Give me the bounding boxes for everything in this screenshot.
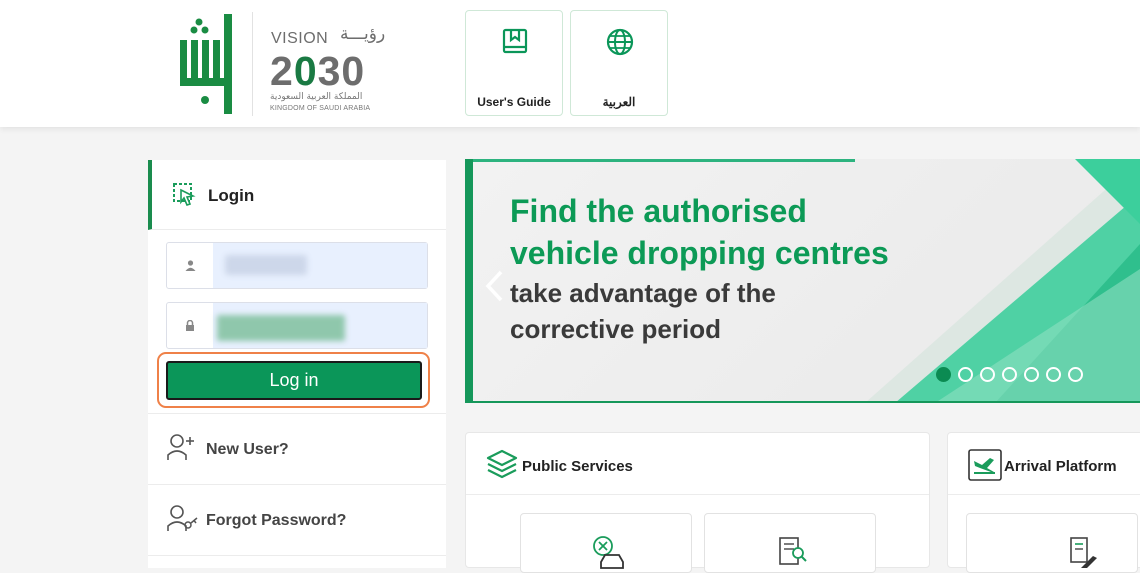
forgot-password-label: Forgot Password? [206,512,347,529]
forgot-password-link[interactable]: Forgot Password? [148,484,446,554]
promo-carousel: Find the authorised vehicle dropping cen… [465,159,1140,403]
banner-headline-line2: vehicle dropping centres [510,235,889,271]
absher-logo[interactable] [176,12,236,116]
users-guide-button[interactable]: User's Guide [465,10,563,116]
login-button[interactable]: Log in [166,361,422,400]
login-title: Login [208,186,255,205]
user-icon [167,243,213,288]
username-field [166,242,428,289]
banner-bottom-accent [473,401,1140,403]
banner-left-accent [465,159,473,403]
arabic-language-label: العربية [602,95,636,109]
kingdom-english-label: KINGDOM OF SAUDI ARABIA [270,105,371,112]
carousel-dot[interactable] [958,367,973,382]
carousel-dot[interactable] [1024,367,1039,382]
airplane-arrival-icon [968,449,1002,481]
vision-2030-logo: 2030 [270,48,365,95]
banner-top-accent [465,159,855,162]
service-tile[interactable] [966,513,1138,573]
vision-year-prefix: 2 [270,48,294,94]
arrival-platform-title: Arrival Platform [1004,458,1117,475]
kingdom-arabic-label: المملكة العربية السعودية [270,92,363,102]
globe-icon [606,28,634,56]
vision-year-mid: 0 [293,48,318,94]
more-links-row [148,555,446,568]
carousel-indicators [936,367,1083,382]
password-field [166,302,428,349]
vehicle-cancel-icon [593,536,624,569]
public-services-card: Public Services [465,432,930,573]
service-tile[interactable] [520,513,692,573]
service-tile[interactable] [704,513,876,573]
add-user-icon [167,434,194,460]
carousel-dot[interactable] [980,367,995,382]
user-key-icon [167,505,198,531]
logo-divider [252,12,253,116]
banner-headline-line1: Find the authorised [510,193,807,229]
passport-stamp-icon [1070,537,1097,568]
carousel-dot[interactable] [1068,367,1083,382]
vision-year-suffix: 30 [317,48,366,94]
vision-arabic-label: رؤيـــة [340,24,386,44]
chevron-left-icon[interactable] [483,269,505,303]
carousel-dot[interactable] [936,367,951,382]
cursor-select-icon [173,183,196,206]
password-redacted [217,315,345,341]
banner-subtext-line1: take advantage of the [510,278,776,308]
arrival-platform-header[interactable]: Arrival Platform [948,433,1140,495]
carousel-dot[interactable] [1002,367,1017,382]
users-guide-label: User's Guide [477,95,551,109]
login-header: Login [148,160,446,230]
book-icon [502,28,528,54]
public-services-title: Public Services [522,458,633,475]
username-redacted [225,255,307,275]
new-user-link[interactable]: New User? [148,413,446,483]
carousel-dot[interactable] [1046,367,1061,382]
layers-icon [486,449,518,479]
lock-icon [167,303,213,348]
site-header: VISION رؤيـــة 2030 المملكة العربية السع… [0,0,1140,127]
arabic-language-button[interactable]: العربية [570,10,668,116]
vision-label: VISION [271,30,329,47]
document-search-icon [779,537,807,565]
arrival-platform-card: Arrival Platform [947,432,1140,573]
banner-subtext-line2: corrective period [510,314,721,344]
public-services-header[interactable]: Public Services [466,433,929,495]
new-user-label: New User? [206,441,289,458]
